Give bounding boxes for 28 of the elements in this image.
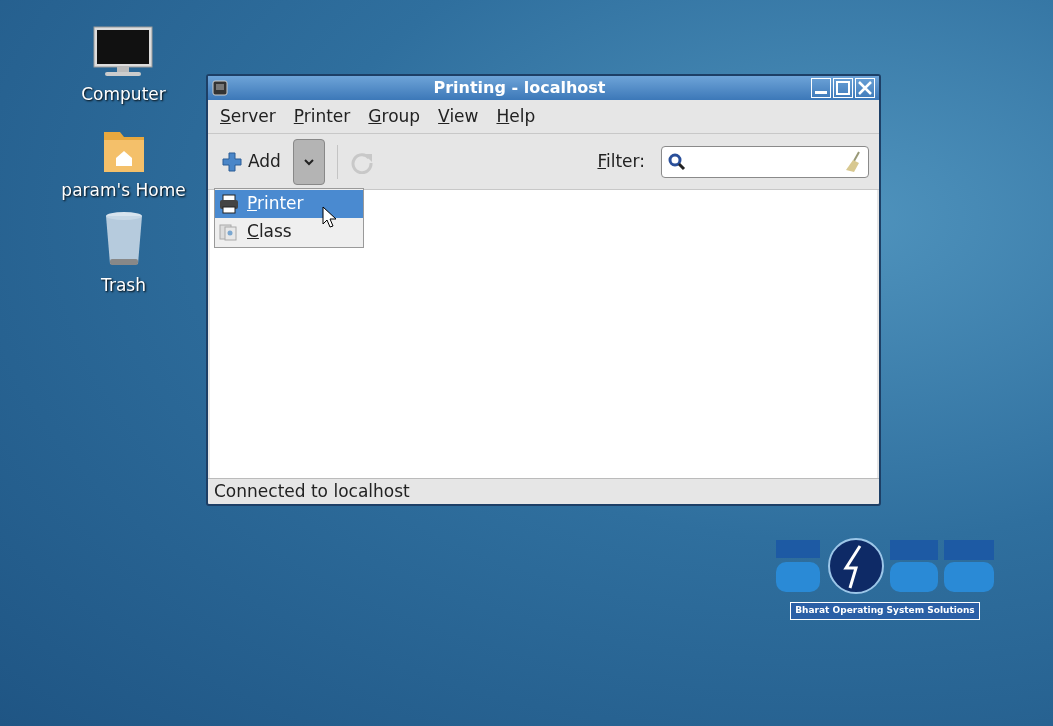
filter-field[interactable] — [661, 145, 869, 178]
logo-tagline: Bharat Operating System Solutions — [790, 602, 980, 620]
maximize-icon[interactable] — [833, 78, 853, 98]
plus-icon — [222, 151, 242, 172]
caret-icon — [302, 157, 315, 166]
desktop-icon-label[interactable]: param's Home — [61, 177, 186, 203]
monitor-icon — [93, 26, 154, 78]
printers-group-icon — [219, 222, 239, 242]
filter-label: Filter: — [597, 149, 645, 173]
window-title: Printing - localhost — [432, 77, 607, 99]
close-icon[interactable] — [855, 78, 875, 98]
menu-item[interactable]: Group — [366, 103, 423, 130]
dropdown-button[interactable] — [292, 138, 325, 185]
window-menu-icon[interactable] — [212, 80, 228, 96]
menu-item[interactable]: Help — [494, 103, 538, 130]
desktop-icon-label[interactable]: Trash — [101, 273, 146, 299]
status-text: Connected to localhost — [214, 479, 410, 503]
menu-item[interactable]: Printer — [291, 103, 353, 130]
broom-icon — [844, 150, 862, 173]
add-button[interactable]: Add — [218, 148, 285, 175]
menu-item[interactable]: Server — [218, 103, 278, 130]
printer-icon — [219, 194, 239, 214]
search-icon — [668, 152, 686, 171]
menu-item[interactable]: View — [436, 103, 481, 130]
mouse-pointer-icon — [322, 206, 338, 228]
menu-item[interactable]: Printer — [215, 190, 363, 218]
minimize-icon[interactable] — [811, 78, 831, 98]
desktop-icon-label[interactable]: Computer — [81, 82, 166, 108]
